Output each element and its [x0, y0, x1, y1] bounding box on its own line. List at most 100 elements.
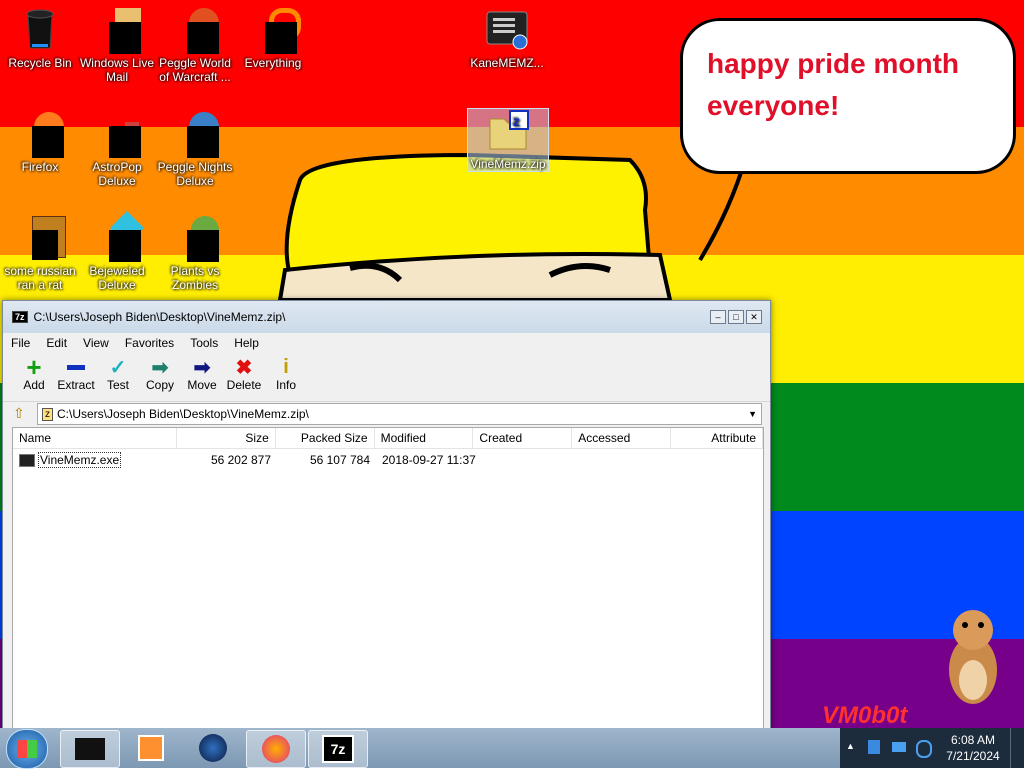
taskbar-program-button[interactable]	[60, 730, 120, 768]
firefox-icon	[18, 112, 64, 158]
move-button[interactable]: ➡ Move	[181, 353, 223, 393]
icon-label: Recycle Bin	[8, 56, 72, 70]
desktop-icon-peggle-nights[interactable]: Peggle Nights Deluxe	[155, 112, 235, 188]
icon-label: Bejeweled Deluxe	[89, 264, 145, 292]
delete-label: Delete	[226, 378, 262, 392]
desktop-icon-plants-vs-zombies[interactable]: Plants vs Zombies	[155, 216, 235, 292]
clock-date: 7/21/2024	[946, 749, 1000, 763]
column-accessed[interactable]: Accessed	[572, 428, 672, 448]
desktop-icon-kanememz[interactable]: KaneMEMZ...	[467, 8, 547, 70]
zip-archive-icon: z	[486, 109, 530, 153]
show-hidden-icons-button[interactable]: ▲	[846, 741, 855, 751]
menu-edit[interactable]: Edit	[38, 336, 75, 350]
cartoon-character	[277, 152, 747, 300]
menu-view[interactable]: View	[75, 336, 117, 350]
test-label: Test	[106, 378, 129, 392]
show-desktop-button[interactable]	[1010, 728, 1024, 768]
program-icon	[485, 8, 529, 52]
taskbar-firefox-button[interactable]	[246, 730, 306, 768]
extract-button[interactable]: Extract	[55, 353, 97, 392]
speech-bubble: happy pride month everyone!	[680, 18, 1016, 174]
chevron-down-icon[interactable]: ▼	[748, 409, 757, 419]
plant-icon	[173, 216, 219, 262]
column-name[interactable]: Name	[13, 428, 177, 448]
desktop-icon-peggle-wow[interactable]: Peggle World of Warcraft ...	[155, 8, 235, 84]
title-bar[interactable]: 7z C:\Users\Joseph Biden\Desktop\VineMem…	[3, 301, 770, 333]
mail-icon	[95, 8, 141, 54]
delete-button[interactable]: ✖ Delete	[223, 353, 265, 393]
path-field[interactable]: z C:\Users\Joseph Biden\Desktop\VineMemz…	[37, 403, 762, 425]
add-button[interactable]: + Add	[13, 351, 55, 393]
zip-path-icon: z	[42, 407, 53, 421]
file-list: Name Size Packed Size Modified Created A…	[12, 427, 764, 731]
icon-label: Peggle World of Warcraft ...	[159, 56, 231, 84]
everything-icon	[251, 8, 301, 54]
desktop-icon-astropop[interactable]: AstroPop Deluxe	[77, 112, 157, 188]
taskbar-media-button[interactable]	[122, 730, 180, 766]
icon-label: Peggle Nights Deluxe	[157, 160, 233, 188]
media-player-icon	[138, 735, 164, 761]
taskbar-globe-button[interactable]	[184, 730, 242, 766]
7zip-window[interactable]: 7z C:\Users\Joseph Biden\Desktop\VineMem…	[2, 300, 771, 732]
network-icon[interactable]	[868, 740, 880, 754]
extract-label: Extract	[57, 378, 95, 392]
action-center-icon[interactable]	[892, 742, 906, 752]
close-button[interactable]: ✕	[746, 310, 762, 324]
desktop-icon-everything[interactable]: Everything	[233, 8, 313, 70]
delete-x-icon: ✖	[235, 356, 253, 379]
column-headers: Name Size Packed Size Modified Created A…	[13, 428, 763, 449]
folder-up-icon[interactable]: ⇧	[13, 406, 33, 422]
system-tray: ▲ 6:08 AM 7/21/2024	[840, 728, 1024, 768]
icon-label: Windows Live Mail	[79, 56, 155, 84]
desktop-icon-some-russian[interactable]: some russian ran a rat	[0, 216, 80, 292]
column-attributes[interactable]: Attribute	[671, 428, 763, 448]
menu-tools[interactable]: Tools	[182, 336, 226, 350]
peggle-icon	[173, 8, 219, 54]
column-packed-size[interactable]: Packed Size	[276, 428, 375, 448]
copy-label: Copy	[145, 378, 174, 392]
file-name: VineMemz.exe	[38, 452, 122, 468]
window-title: C:\Users\Joseph Biden\Desktop\VineMemz.z…	[33, 310, 286, 324]
volume-icon[interactable]	[916, 740, 932, 758]
menu-help[interactable]: Help	[226, 336, 267, 350]
desktop-icon-firefox[interactable]: Firefox	[0, 112, 80, 174]
plus-icon: +	[26, 351, 42, 382]
column-modified[interactable]: Modified	[375, 428, 474, 448]
monitor-icon	[75, 738, 105, 760]
clock[interactable]: 6:08 AM 7/21/2024	[940, 732, 1006, 764]
document-icon	[18, 216, 66, 260]
minimize-button[interactable]: –	[710, 310, 726, 324]
info-icon: i	[283, 355, 289, 378]
maximize-button[interactable]: □	[728, 310, 744, 324]
copy-arrow-icon: ➡	[151, 356, 169, 379]
toolbar: + Add Extract ✓ Test ➡ Copy ➡ Move ✖ Del…	[3, 351, 770, 402]
gem-icon	[95, 211, 144, 262]
address-bar: ⇧ z C:\Users\Joseph Biden\Desktop\VineMe…	[3, 402, 770, 426]
menu-favorites[interactable]: Favorites	[117, 336, 182, 350]
watermark-text: VM0b0t	[822, 702, 908, 729]
icon-label: Everything	[244, 56, 302, 70]
desktop-icon-recycle-bin[interactable]: Recycle Bin	[0, 8, 80, 70]
svg-text:z: z	[513, 113, 520, 129]
test-button[interactable]: ✓ Test	[97, 353, 139, 393]
icon-label: VineMemz.zip	[470, 157, 546, 171]
column-created[interactable]: Created	[473, 428, 573, 448]
table-row[interactable]: VineMemz.exe 56 202 877 56 107 784 2018-…	[13, 449, 763, 471]
icon-label: Plants vs Zombies	[170, 264, 220, 292]
menu-file[interactable]: File	[3, 336, 38, 350]
info-button[interactable]: i Info	[265, 353, 307, 393]
desktop-icon-windows-live-mail[interactable]: Windows Live Mail	[77, 8, 157, 84]
bubble-line-2: everyone!	[707, 90, 840, 121]
desktop-icon-bejeweled[interactable]: Bejeweled Deluxe	[77, 211, 157, 292]
start-button[interactable]	[6, 729, 48, 769]
copy-button[interactable]: ➡ Copy	[139, 353, 181, 393]
checkmark-icon: ✓	[109, 356, 127, 379]
file-modified: 2018-09-27 11:37	[382, 453, 476, 467]
info-label: Info	[275, 378, 296, 392]
icon-label: some russian ran a rat	[4, 264, 76, 292]
taskbar: 7z ▲ 6:08 AM 7/21/2024	[0, 728, 1024, 769]
column-size[interactable]: Size	[177, 428, 276, 448]
desktop-icon-vinememz-zip[interactable]: z VineMemz.zip	[467, 108, 549, 172]
taskbar-7zip-button[interactable]: 7z	[308, 730, 368, 768]
icon-label: AstroPop Deluxe	[92, 160, 142, 188]
